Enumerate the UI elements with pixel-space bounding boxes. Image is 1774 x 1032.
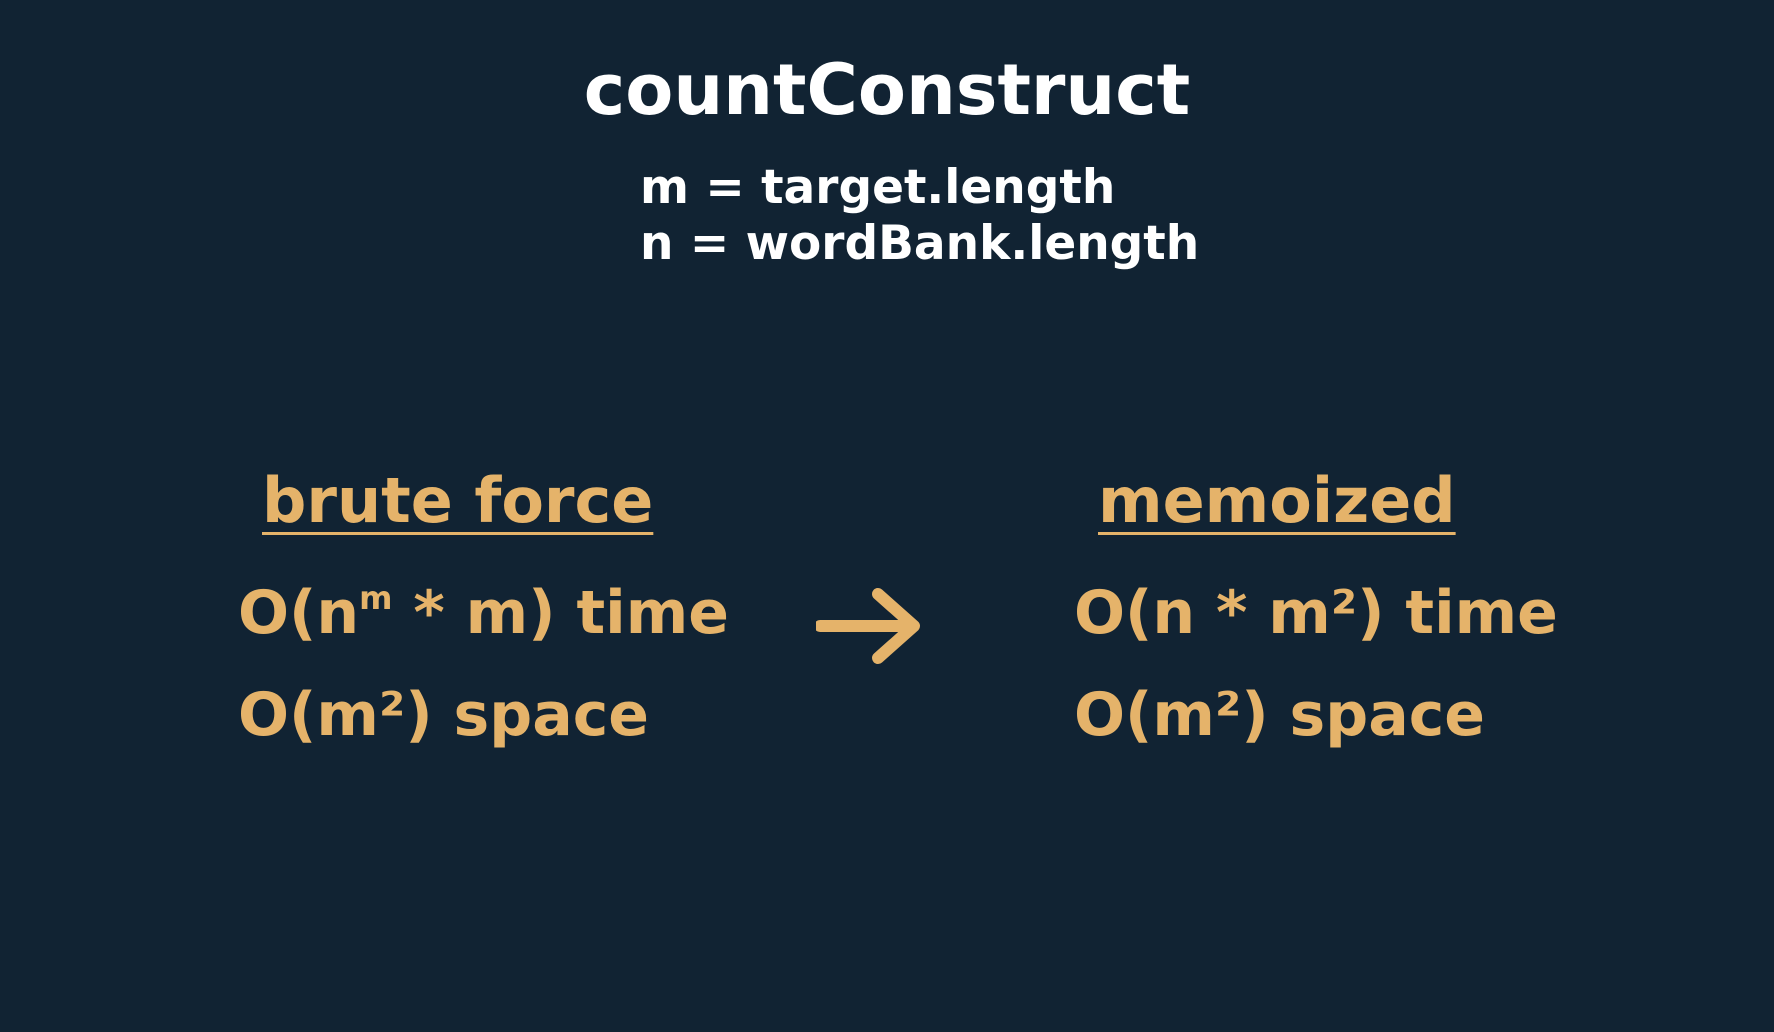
memoized-space: O(m²) space <box>1074 680 1485 750</box>
brute-force-time-prefix: O(n <box>238 578 360 648</box>
page-title: countConstruct <box>583 49 1191 131</box>
brute-force-time-suffix: * m) time <box>392 578 729 648</box>
brute-force-space: O(m²) space <box>238 680 649 750</box>
definition-n: n = wordBank.length <box>640 216 1200 271</box>
brute-force-heading: brute force <box>262 464 654 537</box>
variable-definitions: m = target.length n = wordBank.length <box>640 160 1199 272</box>
brute-force-time: O(nm * m) time <box>238 562 729 664</box>
brute-force-time-exponent: m <box>359 579 393 617</box>
memoized-column: memoized O(n * m²) time O(m²) space <box>1074 470 1558 766</box>
memoized-time: O(n * m²) time <box>1074 578 1558 648</box>
definition-m: m = target.length <box>640 160 1116 215</box>
arrow-right-icon <box>814 586 926 670</box>
memoized-heading: memoized <box>1098 464 1456 537</box>
brute-force-column: brute force O(nm * m) time O(m²) space <box>238 470 729 766</box>
